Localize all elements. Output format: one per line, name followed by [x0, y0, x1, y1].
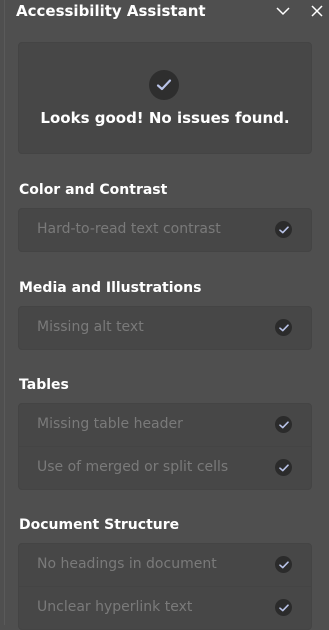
section-title-media: Media and Illustrations [19, 280, 202, 296]
check-circle-icon [275, 319, 292, 336]
section-list-document-structure: No headings in document Unclear hyperlin… [18, 543, 312, 630]
check-item[interactable]: Hard-to-read text contrast [19, 209, 311, 251]
check-item[interactable]: No headings in document [19, 544, 311, 587]
check-item-label: Missing alt text [37, 319, 144, 335]
check-item[interactable]: Unclear hyperlink text [19, 587, 311, 629]
section-title-tables: Tables [19, 377, 69, 393]
summary-message: Looks good! No issues found. [40, 109, 290, 127]
section-title-color-contrast: Color and Contrast [19, 182, 168, 198]
summary-card: Looks good! No issues found. [18, 42, 312, 154]
section-title-document-structure: Document Structure [19, 517, 180, 533]
pane-title: Accessibility Assistant [16, 2, 206, 20]
check-item-label: Hard-to-read text contrast [37, 221, 221, 237]
check-circle-icon [275, 556, 292, 573]
check-item[interactable]: Missing table header [19, 404, 311, 447]
check-circle-icon [275, 599, 292, 616]
section-list-color-contrast: Hard-to-read text contrast [18, 208, 312, 252]
check-circle-icon [149, 70, 179, 100]
pane-titlebar: Accessibility Assistant [5, 0, 327, 26]
check-item-label: Unclear hyperlink text [37, 599, 193, 615]
section-list-media: Missing alt text [18, 306, 312, 350]
accessibility-assistant-pane: Accessibility Assistant Looks good! No i… [4, 0, 327, 630]
check-circle-icon [275, 221, 292, 238]
check-item-label: No headings in document [37, 556, 217, 572]
check-circle-icon [275, 459, 292, 476]
check-circle-icon [275, 416, 292, 433]
section-list-tables: Missing table header Use of merged or sp… [18, 403, 312, 490]
chevron-down-icon[interactable] [273, 1, 293, 21]
check-item-label: Use of merged or split cells [37, 459, 229, 475]
check-item-label: Missing table header [37, 416, 183, 432]
check-item[interactable]: Use of merged or split cells [19, 447, 311, 489]
close-icon[interactable] [307, 1, 327, 21]
check-item[interactable]: Missing alt text [19, 307, 311, 349]
